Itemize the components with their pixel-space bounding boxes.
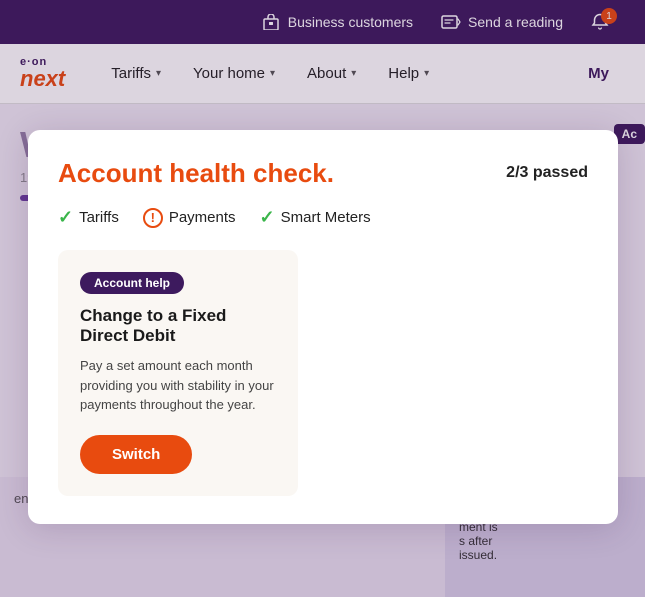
check-smart-meters-label: Smart Meters	[281, 209, 371, 226]
check-payments-label: Payments	[169, 209, 236, 226]
card-title: Change to a Fixed Direct Debit	[80, 306, 276, 346]
modal-header: Account health check. 2/3 passed	[58, 158, 588, 189]
check-smart-meters-icon: ✓	[260, 207, 275, 228]
check-payments-icon: !	[143, 208, 163, 228]
check-tariffs-icon: ✓	[58, 207, 73, 228]
card-tag: Account help	[80, 272, 184, 294]
modal-passed: 2/3 passed	[506, 164, 588, 182]
health-check-modal: Account health check. 2/3 passed ✓ Tarif…	[28, 130, 618, 524]
switch-button[interactable]: Switch	[80, 435, 192, 474]
check-tariffs-label: Tariffs	[79, 209, 119, 226]
modal-title: Account health check.	[58, 158, 334, 189]
recommendation-card: Account help Change to a Fixed Direct De…	[58, 250, 298, 496]
modal-checks: ✓ Tariffs ! Payments ✓ Smart Meters	[58, 207, 588, 228]
check-tariffs: ✓ Tariffs	[58, 207, 119, 228]
check-payments: ! Payments	[143, 208, 236, 228]
card-description: Pay a set amount each month providing yo…	[80, 356, 276, 415]
check-smart-meters: ✓ Smart Meters	[260, 207, 371, 228]
